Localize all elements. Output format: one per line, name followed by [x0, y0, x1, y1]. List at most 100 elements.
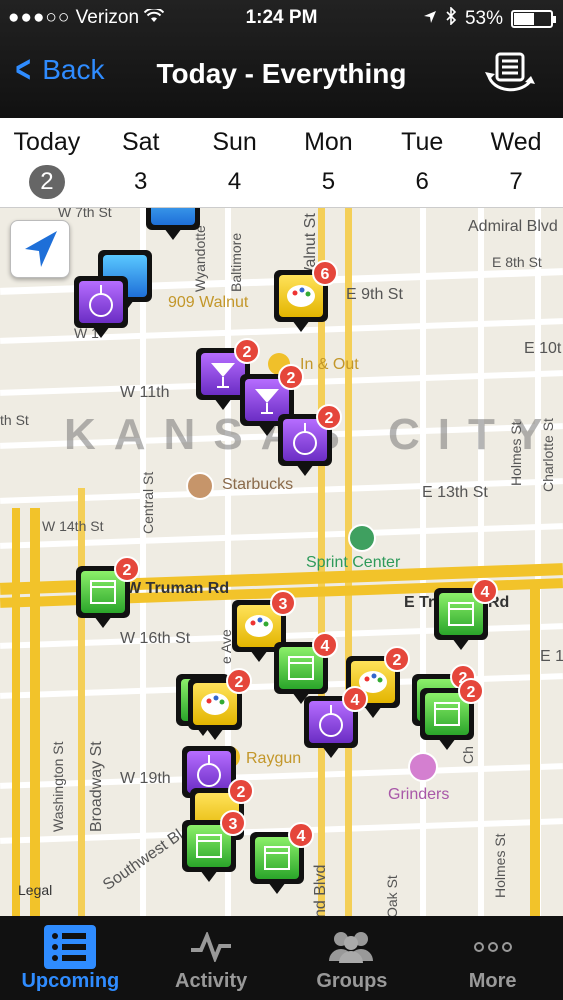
highway: [12, 508, 20, 916]
day-tab-mon[interactable]: Mon 5: [288, 118, 368, 207]
road: [478, 208, 484, 916]
street-label: Holmes St: [492, 833, 508, 898]
more-icon: [473, 942, 512, 952]
tab-label: More: [468, 970, 517, 992]
disco-ball-icon: [197, 755, 221, 787]
event-count-badge: 2: [228, 778, 254, 804]
event-pin[interactable]: [146, 208, 200, 242]
street-label: Washington St: [50, 741, 66, 832]
event-pin[interactable]: 4: [434, 578, 498, 652]
street-label: Admiral Blvd: [468, 218, 558, 235]
day-number: 3: [134, 168, 148, 195]
main-road-broadway: [78, 488, 85, 916]
list-icon: [44, 925, 97, 969]
highway: [530, 588, 540, 916]
event-count-badge: 6: [312, 260, 338, 286]
event-pin[interactable]: 3: [182, 810, 246, 884]
poi-raygun[interactable]: Raygun: [246, 750, 301, 768]
day-selector: Today 2 Sat 3 Sun 4 Mon 5 Tue 6 Wed 7: [0, 118, 563, 208]
street-label: E Tr: [404, 594, 435, 611]
street-label: Central St: [140, 471, 156, 534]
poi-in-and-out[interactable]: In & Out: [300, 356, 359, 374]
street-label: W 7th St: [58, 208, 112, 220]
event-pin[interactable]: 2: [76, 556, 140, 630]
status-right: 53%: [423, 6, 556, 31]
top-bar: ●●●○○ Verizon 1:24 PM 53% < Back Today -…: [0, 0, 563, 118]
cocktail-icon: [408, 752, 438, 782]
page-title: Today - Everything: [156, 58, 407, 89]
list-toggle-button[interactable]: [483, 50, 537, 96]
street-label: E 8th St: [492, 254, 542, 270]
current-location-button[interactable]: [10, 220, 70, 278]
event-pin[interactable]: 2: [420, 678, 484, 752]
legal-link[interactable]: Legal: [18, 882, 52, 898]
street-label: Broadway St: [88, 741, 105, 832]
disco-ball-icon: [89, 285, 113, 317]
event-count-badge: 2: [384, 646, 410, 672]
battery-icon: [511, 10, 556, 28]
tab-label: Groups: [316, 970, 388, 992]
day-tab-today[interactable]: Today 2: [7, 118, 87, 207]
event-pin[interactable]: 2: [188, 668, 252, 742]
day-label: Sun: [212, 128, 257, 156]
day-label: Wed: [490, 128, 542, 156]
street-label: Holmes St: [508, 421, 524, 486]
highway: [30, 508, 40, 916]
street-label: nd Blvd: [312, 864, 329, 916]
event-pin[interactable]: 4: [304, 686, 368, 760]
day-tab-sun[interactable]: Sun 4: [195, 118, 275, 207]
tab-more[interactable]: More: [422, 916, 563, 1000]
event-count-badge: 4: [472, 578, 498, 604]
poi-grinders[interactable]: Grinders: [388, 786, 449, 804]
day-number: 6: [415, 168, 429, 195]
event-pin[interactable]: 4: [250, 822, 314, 896]
location-arrow-icon: [25, 231, 57, 267]
day-label: Sat: [121, 128, 160, 156]
poi-sprint-center[interactable]: Sprint Center: [306, 554, 400, 572]
event-pin[interactable]: [74, 276, 128, 340]
tab-groups[interactable]: Groups: [282, 916, 423, 1000]
day-label: Mon: [304, 128, 353, 156]
event-count-badge: 2: [114, 556, 140, 582]
street-label: W 19th: [120, 770, 171, 787]
tab-activity[interactable]: Activity: [141, 916, 282, 1000]
event-count-badge: 4: [312, 632, 338, 658]
location-arrow-icon: [423, 8, 437, 30]
event-pin[interactable]: 2: [278, 404, 342, 478]
street-label: E 16: [540, 648, 563, 665]
map-view[interactable]: KANSAS CITY W 7th St Admiral Blvd E 8th …: [0, 208, 563, 916]
arena-icon: [348, 524, 376, 552]
day-tab-tue[interactable]: Tue 6: [382, 118, 462, 207]
tab-bar: Upcoming Activity Groups More: [0, 916, 563, 1000]
list-refresh-icon: [485, 52, 535, 92]
people-icon: [328, 932, 373, 963]
road: [140, 208, 146, 916]
street-label: Oak St: [384, 875, 400, 916]
street-label: E 13th St: [422, 484, 488, 501]
day-number: 7: [509, 168, 523, 195]
street-label: W Truman Rd: [126, 580, 230, 597]
event-count-badge: 2: [316, 404, 342, 430]
poi-starbucks[interactable]: Starbucks: [222, 476, 293, 494]
street-label: Baltimore: [228, 232, 244, 292]
coffee-icon: [186, 472, 214, 500]
day-label: Tue: [401, 128, 444, 156]
day-number: 4: [227, 168, 242, 195]
event-count-badge: 3: [270, 590, 296, 616]
day-tab-sat[interactable]: Sat 3: [101, 118, 181, 207]
street-label: Charlotte St: [540, 418, 556, 492]
street-label: W 16th St: [120, 630, 191, 647]
status-bar: ●●●○○ Verizon 1:24 PM 53%: [0, 0, 563, 36]
event-count-badge: 4: [288, 822, 314, 848]
tab-label: Activity: [175, 970, 248, 992]
street-label: E 9th St: [346, 286, 403, 303]
event-count-badge: 4: [342, 686, 368, 712]
road: [420, 208, 426, 916]
poi-909-walnut[interactable]: 909 Walnut: [168, 294, 248, 312]
event-count-badge: 3: [220, 810, 246, 836]
day-tab-wed[interactable]: Wed 7: [476, 118, 556, 207]
event-count-badge: 2: [278, 364, 304, 390]
tab-upcoming[interactable]: Upcoming: [0, 916, 141, 1000]
tab-label: Upcoming: [21, 970, 120, 992]
event-pin[interactable]: 6: [274, 260, 338, 334]
